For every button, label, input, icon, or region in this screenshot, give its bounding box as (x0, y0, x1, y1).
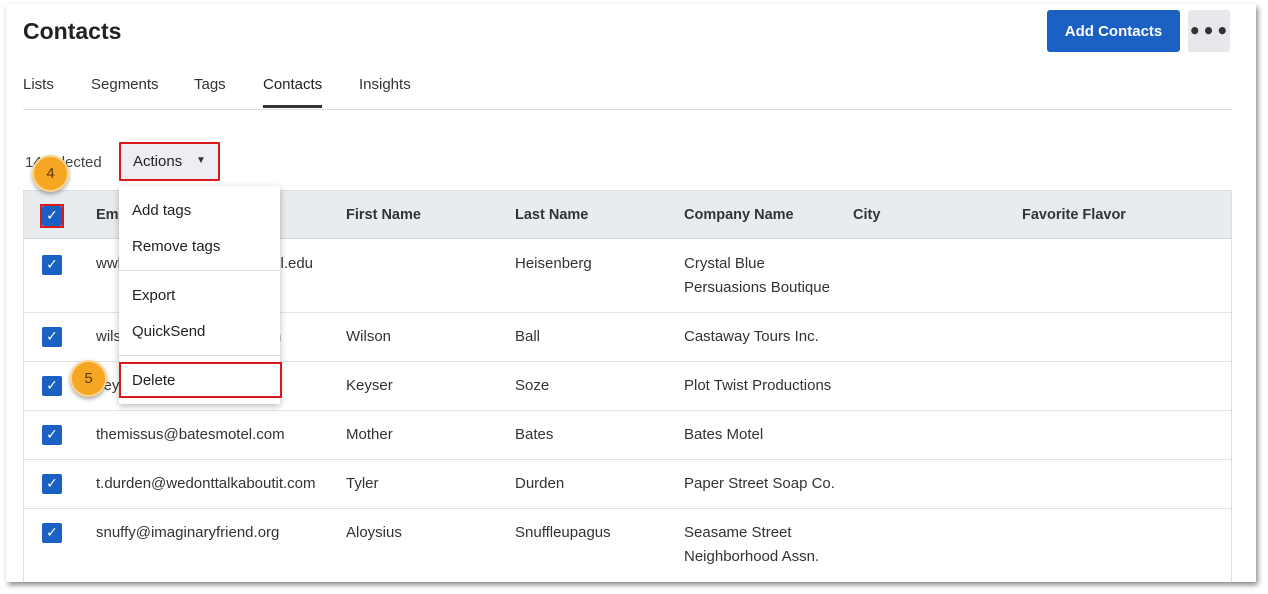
table-row[interactable]: ✓ t.durden@wedonttalkaboutit.com Tyler D… (24, 460, 1231, 509)
table-row[interactable]: ✓ snuffy@imaginaryfriend.org Aloysius Sn… (24, 509, 1231, 582)
more-horizontal-icon: ••• (1188, 19, 1230, 43)
menu-divider (119, 270, 280, 271)
cell-last-name: Bates (515, 426, 554, 443)
row-checkbox[interactable]: ✓ (42, 425, 62, 445)
cell-first-name: Mother (346, 426, 393, 443)
column-header-company-name[interactable]: Company Name (684, 207, 794, 223)
row-checkbox[interactable]: ✓ (42, 523, 62, 543)
row-checkbox[interactable]: ✓ (42, 376, 62, 396)
delete-highlight (119, 362, 282, 398)
cell-first-name: Keyser (346, 377, 393, 394)
add-contacts-button[interactable]: Add Contacts (1047, 10, 1180, 52)
cell-email: t.durden@wedonttalkaboutit.com (96, 475, 316, 492)
table-row[interactable]: ✓ themissus@batesmotel.com Mother Bates … (24, 411, 1231, 460)
checkmark-icon: ✓ (46, 525, 58, 541)
cell-last-name: Heisenberg (515, 255, 592, 272)
column-header-last-name[interactable]: Last Name (515, 207, 588, 223)
actions-button[interactable]: Actions ▼ (119, 142, 220, 181)
contacts-page: Contacts Add Contacts ••• Lists Segments… (6, 4, 1256, 582)
tab-segments[interactable]: Segments (91, 76, 159, 105)
cell-company-name: Castaway Tours Inc. (684, 328, 819, 345)
actions-menu: Add tags Remove tags Export QuickSend De… (119, 186, 282, 404)
checkmark-icon: ✓ (46, 476, 58, 492)
step-4-callout: 4 (32, 155, 69, 192)
checkmark-icon: ✓ (46, 378, 58, 394)
select-all-highlight (40, 204, 64, 228)
checkmark-icon: ✓ (46, 329, 58, 345)
chevron-down-icon: ▼ (196, 155, 206, 166)
checkmark-icon: ✓ (46, 257, 58, 273)
cell-company-name: Plot Twist Productions (684, 377, 832, 394)
tab-bar: Lists Segments Tags Contacts Insights (23, 68, 1232, 110)
page-title: Contacts (23, 18, 122, 44)
menu-item-remove-tags[interactable]: Remove tags (132, 238, 220, 255)
tab-contacts[interactable]: Contacts (263, 76, 323, 108)
cell-company-name: Paper Street Soap Co. (684, 475, 835, 492)
cell-first-name: Tyler (346, 475, 379, 492)
checkmark-icon: ✓ (46, 427, 58, 443)
actions-label: Actions (133, 153, 183, 170)
more-options-button[interactable]: ••• (1188, 10, 1230, 52)
cell-last-name: Durden (515, 475, 565, 492)
cell-first-name: Aloysius (346, 524, 402, 541)
step-5-callout: 5 (70, 360, 107, 397)
cell-company-name: Crystal Blue Persuasions Boutique (684, 255, 830, 296)
tab-insights[interactable]: Insights (359, 76, 411, 105)
menu-item-export[interactable]: Export (132, 287, 175, 304)
menu-divider (119, 355, 280, 356)
column-header-favorite-flavor[interactable]: Favorite Flavor (1022, 207, 1126, 223)
tab-tags[interactable]: Tags (194, 76, 226, 105)
tab-lists[interactable]: Lists (23, 76, 54, 105)
cell-last-name: Soze (515, 377, 550, 394)
row-checkbox[interactable]: ✓ (42, 474, 62, 494)
cell-email: snuffy@imaginaryfriend.org (96, 524, 280, 541)
cell-company-name: Seasame Street Neighborhood Assn. (684, 524, 820, 565)
cell-last-name: Ball (515, 328, 541, 345)
menu-item-quicksend[interactable]: QuickSend (132, 323, 205, 340)
cell-email: themissus@batesmotel.com (96, 426, 285, 443)
row-checkbox[interactable]: ✓ (42, 327, 62, 347)
column-header-first-name[interactable]: First Name (346, 207, 421, 223)
cell-company-name: Bates Motel (684, 426, 764, 443)
menu-item-add-tags[interactable]: Add tags (132, 202, 191, 219)
cell-last-name: Snuffleupagus (515, 524, 611, 541)
column-header-city[interactable]: City (853, 207, 880, 223)
cell-first-name: Wilson (346, 328, 392, 345)
row-checkbox[interactable]: ✓ (42, 255, 62, 275)
